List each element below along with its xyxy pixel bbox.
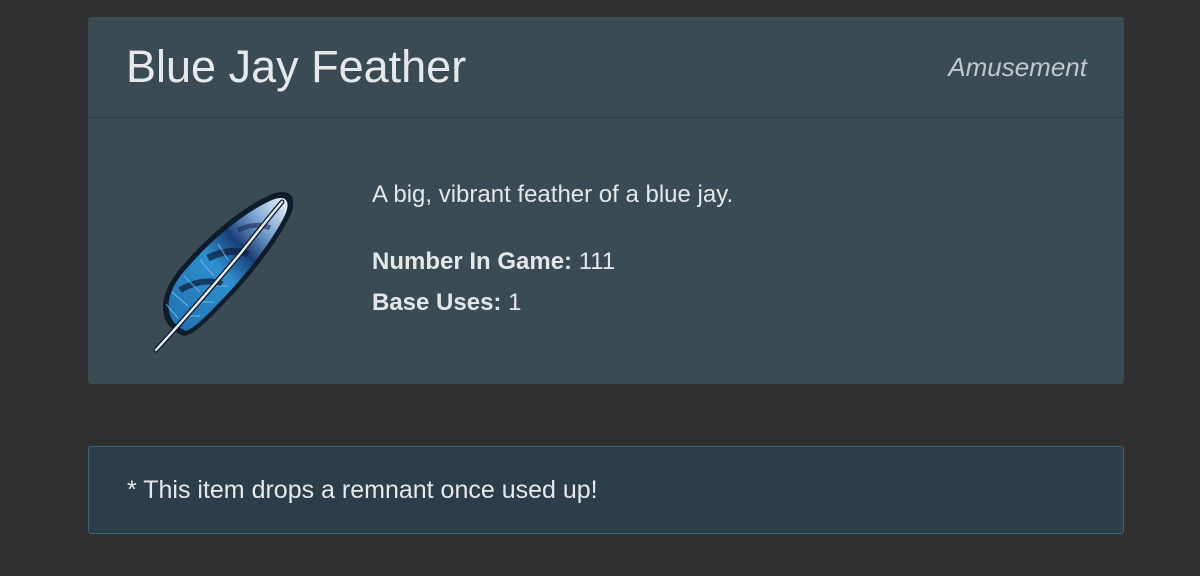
item-category: Amusement [948,52,1087,82]
stat-value: 1 [508,289,522,316]
item-card: Blue Jay Feather Amusement A big, vibran… [88,17,1124,384]
stat-value: 111 [578,248,616,275]
stat-base-uses: Base Uses: 1 [372,288,521,318]
stat-label: Base Uses: [372,289,502,316]
item-header: Blue Jay Feather Amusement [88,17,1124,118]
notice-text: * This item drops a remnant once used up… [127,476,598,504]
item-description: A big, vibrant feather of a blue jay. [372,181,734,208]
stat-number-in-game: Number In Game: 111 [372,247,615,277]
stat-label: Number In Game: [372,248,573,275]
remnant-notice: * This item drops a remnant once used up… [88,446,1124,534]
item-title: Blue Jay Feather [126,41,467,92]
feather-icon [153,191,294,353]
item-body: A big, vibrant feather of a blue jay. Nu… [88,118,1124,384]
